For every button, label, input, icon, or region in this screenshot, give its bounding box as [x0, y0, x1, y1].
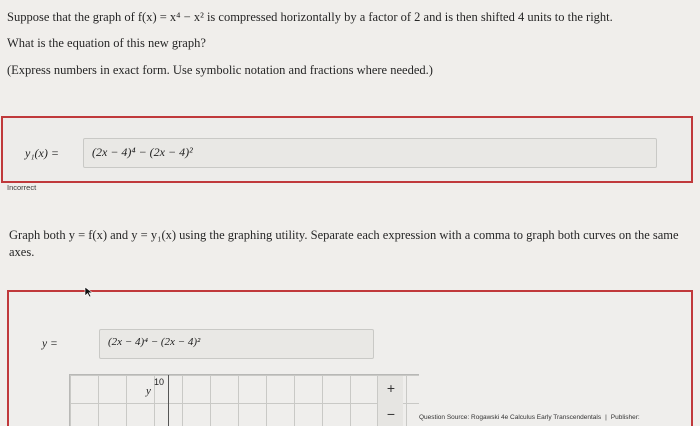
zoom-controls: + −	[377, 376, 403, 426]
status-incorrect: Incorrect	[7, 183, 37, 192]
question-line-2: What is the equation of this new graph?	[7, 36, 206, 50]
answer-panel: y₁(x) = (2x − 4)⁴ − (2x − 4)²	[1, 116, 693, 183]
source-text: Question Source: Rogawski 4e Calculus Ea…	[419, 414, 602, 421]
y-axis-label: y	[146, 385, 151, 397]
y-tick-label: 10	[154, 377, 165, 387]
answer-input[interactable]: (2x − 4)⁴ − (2x − 4)²	[83, 138, 657, 168]
publisher-link[interactable]: Publisher:	[611, 414, 640, 421]
zoom-in-button[interactable]: +	[378, 380, 404, 396]
graph-equation-input[interactable]: (2x − 4)⁴ − (2x − 4)²	[99, 329, 374, 359]
graphing-utility-panel: y = (2x − 4)⁴ − (2x − 4)² 10 y + −	[7, 290, 693, 426]
graph-canvas[interactable]: 10 y	[69, 374, 419, 426]
zoom-out-button[interactable]: −	[378, 406, 404, 422]
question-line-1: Suppose that the graph of f(x) = x⁴ − x²…	[7, 10, 613, 24]
answer-label: y₁(x) =	[25, 146, 59, 160]
question-source: Question Source: Rogawski 4e Calculus Ea…	[419, 414, 640, 421]
question-line-3: (Express numbers in exact form. Use symb…	[7, 63, 433, 77]
graph-instructions: Graph both y = f(x) and y = y₁(x) using …	[9, 228, 679, 259]
source-separator: |	[605, 414, 607, 421]
mouse-cursor-icon	[84, 286, 94, 298]
graph-equation-label: y =	[42, 338, 58, 350]
y-axis	[168, 375, 169, 426]
